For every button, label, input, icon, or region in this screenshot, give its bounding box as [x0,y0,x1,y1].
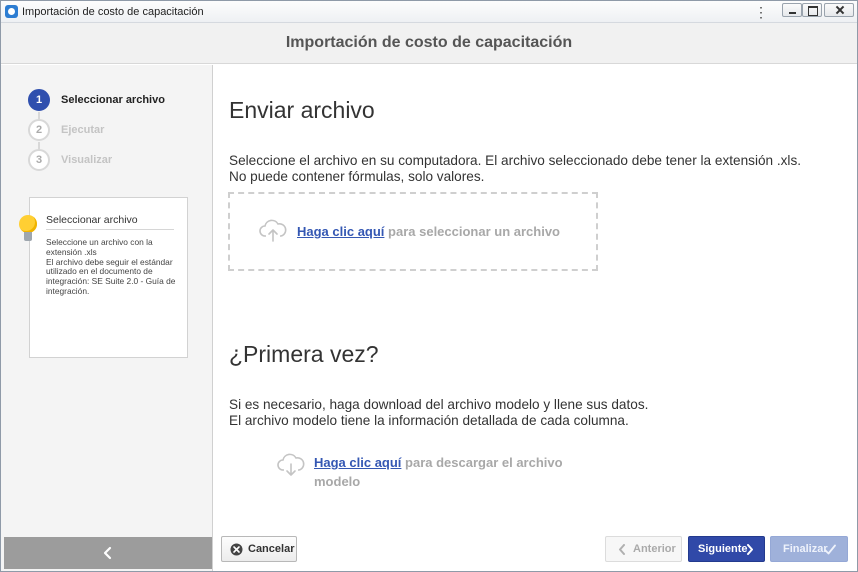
wizard-sidebar: 1 Seleccionar archivo 2 Ejecutar 3 Visua… [1,65,213,571]
window-title: Importación de costo de capacitación [22,6,204,18]
next-button[interactable]: Siguiente [688,536,765,562]
upload-heading: Enviar archivo [229,97,375,123]
checkmark-icon [824,544,836,555]
finish-label: Finalizar [783,543,828,555]
chevron-left-icon [103,546,112,560]
collapse-sidebar-button[interactable] [4,537,212,569]
download-link-text: Haga clic aquí para descargar el archivo… [314,453,594,491]
select-file-hint: para seleccionar un archivo [384,224,560,239]
step-label: Ejecutar [61,124,105,136]
cancel-circle-icon [230,543,243,556]
help-panel: Seleccionar archivo Seleccione un archiv… [29,197,188,358]
app-window: Importación de costo de capacitación ⋮ I… [0,0,858,572]
first-time-line2: El archivo modelo tiene la información d… [229,413,629,428]
more-vertical-icon[interactable]: ⋮ [754,3,768,21]
cloud-download-icon [277,453,305,476]
step-number: 2 [28,119,50,141]
cancel-label: Cancelar [248,543,295,555]
upload-instructions-line1: Seleccione el archivo en su computadora.… [229,153,802,168]
step-label: Seleccionar archivo [61,94,165,106]
title-bar: Importación de costo de capacitación ⋮ [1,1,857,23]
help-title: Seleccionar archivo [46,214,138,226]
finish-button[interactable]: Finalizar [770,536,848,562]
cancel-button[interactable]: Cancelar [221,536,297,562]
help-divider [46,229,174,230]
step-label: Visualizar [61,154,113,166]
file-dropzone[interactable]: Haga clic aquí para seleccionar un archi… [228,192,598,271]
dialog-title: Importación de costo de capacitación [285,34,573,51]
cloud-upload-icon [259,219,287,242]
lightbulb-icon [18,215,38,245]
minimize-button[interactable] [782,3,802,17]
chevron-left-icon [619,544,625,555]
upload-link-text: Haga clic aquí para seleccionar un archi… [297,223,560,241]
previous-label: Anterior [633,543,676,555]
previous-button[interactable]: Anterior [605,536,682,562]
close-button[interactable] [824,3,854,17]
help-text: Seleccione un archivo con la extensión .… [46,237,176,296]
next-label: Siguiente [698,543,748,555]
main-content: Enviar archivo Seleccione el archivo en … [214,65,857,535]
dialog-header: Importación de costo de capacitación [1,23,857,64]
app-icon [5,5,18,18]
first-time-line1: Si es necesario, haga download del archi… [229,397,649,412]
upload-instructions-line2: No puede contener fórmulas, solo valores… [229,169,485,184]
select-file-link[interactable]: Haga clic aquí [297,224,384,239]
first-time-heading: ¿Primera vez? [229,341,379,367]
download-template-link[interactable]: Haga clic aquí [314,455,401,470]
step-number: 1 [28,89,50,111]
maximize-button[interactable] [802,3,822,17]
chevron-right-icon [747,544,753,555]
step-number: 3 [28,149,50,171]
